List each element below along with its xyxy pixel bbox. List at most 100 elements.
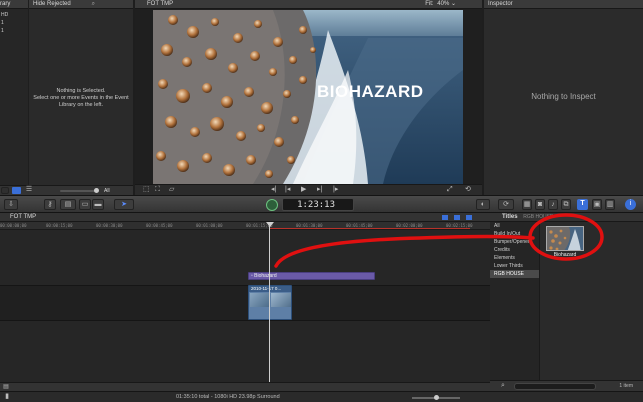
import-icon[interactable]: ⇩ <box>4 199 18 210</box>
title-thumbnail[interactable] <box>546 226 584 251</box>
timeline-panel: FOT TMP 00:00:00;00 00:00:15;00 00:00:30… <box>0 213 490 391</box>
effects-browser-icon[interactable]: ▦ <box>522 199 532 210</box>
main-toolbar: ⇩ ⚷ ▤ ▭ ▬ ➤ 1:23:13 ◐ ⟳ ▦ ◙ ♪ ⧉ T ▣ ▥ i <box>0 195 643 213</box>
title-clip-label: Biohazard <box>254 273 277 279</box>
titles-category-rgb-house[interactable]: RGB HOUSE <box>490 270 539 278</box>
titles-search-icon[interactable]: ⌕ <box>498 381 508 391</box>
step-forward-icon[interactable]: ▸| <box>317 185 322 195</box>
titles-category-bumper[interactable]: Bumper/Opener <box>490 238 539 246</box>
timecode-display[interactable]: 1:23:13 <box>282 198 354 211</box>
titles-category-build[interactable]: Build In/Out <box>490 230 539 238</box>
event-browser-panel: Hide Rejected ⌕ Nothing is Selected. Sel… <box>29 0 133 185</box>
hide-rejected-filter[interactable]: Hide Rejected <box>33 1 71 7</box>
music-browser-icon[interactable]: ♪ <box>548 199 558 210</box>
titles-bottom-bar: ⌕ 1 item <box>490 380 643 391</box>
video-clip-thumbnail <box>271 293 291 307</box>
append-clip-icon[interactable]: ▬ <box>92 199 104 210</box>
video-clip-thumbnail <box>250 293 270 307</box>
retime-icon[interactable]: ⟳ <box>498 199 514 210</box>
crop-icon[interactable]: ⛶ <box>155 185 160 195</box>
video-clip[interactable]: 2010-11-17 0... <box>248 285 292 320</box>
titles-category-all[interactable]: All <box>490 222 539 230</box>
enhance-icon[interactable]: ◐ <box>476 199 490 210</box>
ruler-tick-label: 00:00:00;00 <box>0 223 27 228</box>
library-item[interactable]: 1 <box>0 27 28 35</box>
fullscreen-icon[interactable]: ⤢ <box>447 185 453 195</box>
titles-category-credits[interactable]: Credits <box>490 246 539 254</box>
dashboard-badge-icon <box>266 199 278 211</box>
transitions-browser-icon[interactable]: ⧉ <box>561 199 571 210</box>
event-library-panel: rary HD 1 1 <box>0 0 28 185</box>
audio-skimming-icon[interactable] <box>454 215 460 220</box>
step-back-icon[interactable]: |◂ <box>285 185 290 195</box>
transform-icon[interactable]: ⬚ <box>143 185 150 195</box>
browser-bottom-bar: ☰ All <box>0 185 133 195</box>
clip-size-slider[interactable] <box>60 190 96 192</box>
titles-search-field[interactable] <box>514 383 596 390</box>
search-icon[interactable]: ⌕ <box>92 0 95 9</box>
empty-message-line: Library on the left. <box>58 102 104 108</box>
next-edit-icon[interactable]: |▸ <box>333 185 338 195</box>
title-overlay-text: BIOHAZARD <box>317 82 424 101</box>
titles-category-lower-thirds[interactable]: Lower Thirds <box>490 262 539 270</box>
titles-category-elements[interactable]: Elements <box>490 254 539 262</box>
titles-browser-icon[interactable]: T <box>577 199 588 210</box>
analyze-icon[interactable]: ▤ <box>60 199 76 210</box>
list-view-icon[interactable] <box>12 187 21 194</box>
timeline-project-title: FOT TMP <box>10 214 37 220</box>
themes-browser-icon[interactable]: ▥ <box>605 199 615 210</box>
photo-browser-icon[interactable]: ◙ <box>535 199 545 210</box>
clip-appearance-icon[interactable] <box>442 215 448 220</box>
title-thumbnail-image <box>547 227 583 250</box>
video-clip-label: 2010-11-17 0... <box>249 286 291 292</box>
primary-storyline <box>0 285 490 321</box>
snapping-icon[interactable] <box>466 215 472 220</box>
title-thumbnail-label: Biohazard <box>553 252 577 258</box>
range-selection-line <box>270 228 470 229</box>
library-item[interactable]: HD <box>0 11 28 19</box>
select-tool-icon[interactable]: ➤ <box>114 199 134 210</box>
inspector-empty-text: Nothing to Inspect <box>531 92 596 101</box>
titles-browser-header: Titles RGB HOUSE <box>490 213 643 222</box>
chevron-down-icon[interactable]: ⌄ <box>451 1 456 7</box>
filter-popup[interactable]: All <box>104 187 110 195</box>
clip-size-knob[interactable] <box>94 188 99 193</box>
event-browser-header: Hide Rejected ⌕ <box>29 0 133 9</box>
loop-icon[interactable]: ⟲ <box>465 185 471 195</box>
inspector-title: Inspector <box>484 0 643 9</box>
viewer-title: FOT TMP <box>147 1 174 7</box>
inspector-panel: Inspector Nothing to Inspect <box>484 0 643 195</box>
ruler-tick-label: 00:00:45;00 <box>146 223 173 228</box>
distort-icon[interactable]: ▱ <box>169 185 174 195</box>
audio-meter-icon[interactable]: ▮ <box>2 392 12 402</box>
viewer-controls-bar: ⬚ ⛶ ▱ ◂| |◂ ▶ ▸| |▸ ⤢ ⟲ <box>135 184 482 195</box>
timeline-header: FOT TMP <box>0 213 490 222</box>
playhead-handle[interactable] <box>266 222 274 227</box>
titles-browser-subtitle: RGB HOUSE <box>523 214 554 220</box>
play-icon[interactable]: ▶ <box>301 185 306 195</box>
timeline-index-icon[interactable]: ▤ <box>2 382 10 391</box>
ruler-tick-label: 00:00:15;00 <box>46 223 73 228</box>
fit-label: Fit: <box>425 1 434 7</box>
show-library-button[interactable] <box>1 187 9 194</box>
titles-item-count: 1 item <box>619 383 633 389</box>
keyword-icon[interactable]: ⚷ <box>44 199 56 210</box>
titles-browser-panel: Titles RGB HOUSE All Build In/Out Bumper… <box>490 213 643 391</box>
playhead[interactable] <box>269 222 270 391</box>
inspector-toggle-icon[interactable]: i <box>625 199 636 210</box>
title-clip[interactable]: ▫ Biohazard <box>248 272 375 280</box>
library-item[interactable]: 1 <box>0 19 28 27</box>
ruler-tick-label: 00:00:30;00 <box>96 223 123 228</box>
library-title: rary <box>0 0 28 9</box>
empty-message-line: Select one or more Events in the Event <box>33 95 129 101</box>
viewer-header: FOT TMP Fit: 40% ⌄ <box>135 0 482 9</box>
previous-edit-icon[interactable]: ◂| <box>271 185 276 195</box>
empty-message-title: Nothing is Selected. <box>56 88 106 94</box>
ruler-tick-label: 00:01:00;00 <box>196 223 223 228</box>
zoom-slider-knob[interactable] <box>434 395 439 400</box>
timeline-bottom-bar: ▤ <box>0 382 490 391</box>
generators-browser-icon[interactable]: ▣ <box>592 199 602 210</box>
connect-clip-icon[interactable]: ▭ <box>79 199 91 210</box>
filmstrip-view-icon[interactable]: ☰ <box>24 185 34 195</box>
zoom-popup[interactable]: 40% <box>437 1 449 7</box>
